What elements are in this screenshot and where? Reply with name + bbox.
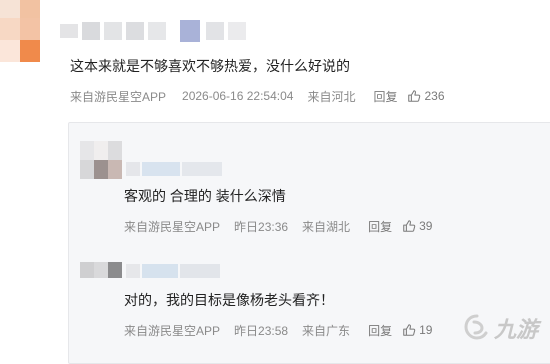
avatar-pixel [0,18,20,40]
username-blurred[interactable] [126,162,256,176]
name-blur-block [142,264,178,278]
avatar-pixel [94,141,108,160]
comment-meta: 来自游民星空APP 2026-06-16 22:54:04 来自河北 回复 23… [70,88,445,104]
avatar-pixel [108,262,122,278]
name-blur-block [60,24,78,38]
reply-button[interactable]: 回复 [368,322,392,339]
name-blur-block [126,22,144,40]
avatar-pixel [0,40,20,62]
like-count: 19 [419,323,433,337]
avatar[interactable] [0,0,40,62]
name-blur-block [182,162,222,176]
reply-text: 对的，我的目标是像杨老头看齐！ [124,292,334,308]
reply-button[interactable]: 回复 [368,218,392,235]
name-blur-block [228,22,246,40]
name-blur-block [126,162,140,176]
name-blur-block [104,22,122,40]
name-blur-block [82,22,100,40]
location-label: 来自广东 [302,323,351,338]
reply-avatar[interactable] [80,262,124,278]
like-button[interactable]: 19 [402,323,432,337]
like-count: 39 [419,219,433,233]
source-label: 来自游民星空APP [124,323,221,338]
watermark-logo: 九游 [462,309,542,347]
location-label: 来自河北 [307,89,356,104]
timestamp: 昨日23:36 [234,219,289,234]
timestamp: 2026-06-16 22:54:04 [182,89,294,103]
location-label: 来自湖北 [302,219,351,234]
avatar-pixel [80,160,94,179]
avatar-pixel [20,18,40,40]
reply-meta: 来自游民星空APP 昨日23:58 来自广东 回复 19 [124,322,432,338]
reply-meta: 来自游民星空APP 昨日23:36 来自湖北 回复 39 [124,218,432,234]
thumbs-up-icon [403,324,416,336]
reply-avatar[interactable] [80,141,124,179]
name-blur-block [206,22,224,40]
name-blur-block [126,264,140,278]
avatar-pixel [20,40,40,62]
like-button[interactable]: 39 [402,219,432,233]
thumbs-up-icon [408,90,421,102]
like-button[interactable]: 236 [407,89,445,103]
avatar-pixel [0,0,20,18]
avatar-pixel [94,160,108,179]
source-label: 来自游民星空APP [124,219,221,234]
comment-text: 这本来就是不够喜欢不够热爱，没什么好说的 [70,58,350,74]
avatar-pixel [108,141,122,160]
username-blurred[interactable] [60,20,250,42]
reply-text: 客观的 合理的 装什么深情 [124,188,286,204]
name-blur-block [148,22,166,40]
avatar-pixel [108,160,122,179]
name-blur-block [180,20,200,42]
source-label: 来自游民星空APP [70,89,167,104]
like-count: 236 [424,89,445,103]
username-blurred[interactable] [126,264,256,278]
name-blur-block [180,264,220,278]
reply-button[interactable]: 回复 [373,88,397,105]
thumbs-up-icon [403,220,416,232]
avatar-pixel [20,0,40,18]
nine-game-logo-icon [464,314,488,340]
name-blur-block [142,162,180,176]
avatar-pixel [80,141,94,160]
avatar-pixel [80,262,94,278]
timestamp: 昨日23:58 [234,323,289,338]
watermark-text: 九游 [494,317,539,342]
avatar-pixel [94,262,108,278]
